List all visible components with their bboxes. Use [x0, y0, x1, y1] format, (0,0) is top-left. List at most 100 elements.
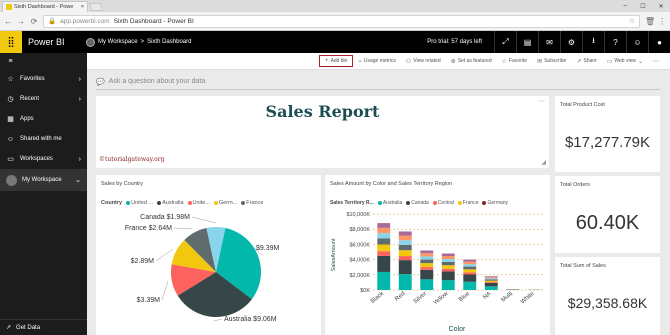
set-featured-button[interactable]: ⊛ Set as featured	[446, 55, 497, 67]
more-options-button[interactable]: ⋯	[648, 55, 664, 67]
nav-item-recent[interactable]: ◷ Recent ›	[0, 89, 87, 109]
bar-segment[interactable]	[484, 280, 498, 283]
bar-segment[interactable]	[398, 231, 412, 236]
bar-segment[interactable]	[463, 261, 477, 265]
bar-segment[interactable]	[441, 280, 455, 290]
add-tile-button[interactable]: + Add tile	[319, 55, 354, 67]
bar-segment[interactable]	[398, 235, 412, 241]
subscribe-button[interactable]: ✉ Subscribe	[532, 55, 571, 67]
url-field[interactable]: 🔒 app.powerbi.com Sixth Dashboard - Powe…	[43, 14, 640, 28]
feedback-smiley-icon[interactable]: ☺	[626, 31, 648, 53]
bar-segment[interactable]	[441, 256, 455, 259]
bar-segment[interactable]	[377, 255, 391, 272]
bar-segment[interactable]	[398, 274, 412, 290]
bar-segment[interactable]	[420, 267, 434, 270]
bar-segment[interactable]	[463, 272, 477, 275]
bar-segment[interactable]	[420, 259, 434, 264]
sales-report-tile[interactable]: Sales Report ©tutorialgateway.org ⋯ ◢	[96, 96, 549, 168]
bar-segment[interactable]	[398, 256, 412, 261]
bar-segment[interactable]	[377, 238, 391, 245]
bar-segment[interactable]	[377, 271, 391, 290]
bar-segment[interactable]	[398, 260, 412, 275]
close-window-button[interactable]: ✕	[652, 0, 670, 12]
maximize-button[interactable]: ☐	[634, 0, 652, 12]
bar-segment[interactable]	[484, 282, 498, 284]
bar-segment[interactable]	[441, 253, 455, 257]
bar-segment[interactable]	[484, 276, 498, 278]
refresh-icon[interactable]: ⟳	[30, 17, 38, 26]
bar-segment[interactable]	[420, 256, 434, 260]
y-tick-label: $6,000K	[350, 242, 371, 248]
bar-segment[interactable]	[441, 271, 455, 281]
usage-metrics-button[interactable]: ⌁ Usage metrics	[353, 55, 401, 67]
bar-segment[interactable]	[420, 253, 434, 257]
trash-icon[interactable]: 🗑	[645, 17, 655, 26]
bar-segment[interactable]	[441, 268, 455, 272]
browser-menu-icon[interactable]: ⋮	[658, 17, 666, 26]
total-product-cost-tile[interactable]: Total Product Cost $17,277.79K	[555, 96, 660, 172]
nav-item-workspaces[interactable]: ▭ Workspaces ›	[0, 149, 87, 169]
web-view-dropdown[interactable]: ▭ Web view ⌄	[602, 55, 648, 67]
bar-segment[interactable]	[398, 244, 412, 251]
sales-by-country-tile[interactable]: Sales by Country Country United ... Aust…	[96, 175, 321, 335]
tile-more-icon[interactable]: ⋯	[539, 98, 545, 105]
bar-segment[interactable]	[484, 277, 498, 279]
bar-segment[interactable]	[377, 227, 391, 234]
resize-handle-icon[interactable]: ◢	[541, 159, 546, 166]
bar-segment[interactable]	[420, 269, 434, 280]
bar-segment[interactable]	[398, 250, 412, 257]
share-button[interactable]: ↗ Share	[571, 55, 601, 67]
total-sales-tile[interactable]: Total Sum of Sales $29,358.68K	[555, 257, 660, 335]
comments-icon[interactable]: ▤	[516, 31, 538, 53]
bar-segment[interactable]	[441, 261, 455, 266]
bar-segment[interactable]	[484, 286, 498, 290]
hamburger-menu[interactable]: ≡	[0, 53, 87, 69]
breadcrumb-workspace[interactable]: My Workspace	[98, 39, 138, 45]
bar-segment[interactable]	[420, 263, 434, 268]
back-icon[interactable]: ←	[4, 17, 12, 26]
bar-segment[interactable]	[484, 283, 498, 287]
bookmark-star-icon[interactable]: ☆	[629, 17, 635, 25]
bar-segment[interactable]	[398, 240, 412, 245]
bar-segment[interactable]	[484, 279, 498, 281]
minimize-button[interactable]: –	[616, 0, 634, 12]
bar-segment[interactable]	[420, 250, 434, 254]
download-icon[interactable]: ⭳	[582, 31, 604, 53]
bar-segment[interactable]	[463, 259, 477, 262]
settings-gear-icon[interactable]: ⚙	[560, 31, 582, 53]
bar-segment[interactable]	[441, 258, 455, 262]
bar-segment[interactable]	[377, 244, 391, 252]
notifications-icon[interactable]: ✉	[538, 31, 560, 53]
get-data-button[interactable]: ↗ Get Data	[0, 319, 87, 335]
view-related-button[interactable]: ⚇ View related	[401, 55, 446, 67]
bar-segment[interactable]	[377, 251, 391, 256]
bar-segment[interactable]	[463, 281, 477, 290]
new-tab-button[interactable]	[88, 3, 104, 11]
bar-segment[interactable]	[463, 269, 477, 273]
bar-segment[interactable]	[463, 266, 477, 270]
forward-icon[interactable]: →	[17, 17, 25, 26]
nav-item-my-workspace[interactable]: My Workspace ⌄	[0, 169, 87, 191]
browser-tab[interactable]: Sixth Dashboard - Powe ×	[2, 1, 88, 12]
bar-segment[interactable]	[377, 233, 391, 239]
nav-item-favorites[interactable]: ☆ Favorites ›	[0, 69, 87, 89]
profile-avatar-icon[interactable]: ●	[648, 31, 670, 53]
bar-segment[interactable]	[463, 274, 477, 282]
nav-item-shared[interactable]: ☺ Shared with me	[0, 129, 87, 149]
bar-segment[interactable]	[484, 278, 498, 280]
bar-segment[interactable]	[377, 223, 391, 228]
bar-segment[interactable]	[463, 264, 477, 267]
more-dots-icon: ⋯	[653, 58, 659, 65]
brand-name[interactable]: Power BI	[28, 37, 86, 47]
fullscreen-icon[interactable]: ⤢	[494, 31, 516, 53]
help-icon[interactable]: ?	[604, 31, 626, 53]
close-tab-icon[interactable]: ×	[81, 4, 84, 10]
qna-bar[interactable]: 💬 Ask a question about your data	[96, 74, 660, 90]
favorite-button[interactable]: ☆ Favorite	[497, 55, 532, 67]
app-launcher-icon[interactable]: ⣿	[0, 31, 22, 53]
sales-by-color-tile[interactable]: Sales Amount by Color and Sales Territor…	[325, 175, 550, 335]
bar-segment[interactable]	[420, 279, 434, 290]
nav-item-apps[interactable]: ▦ Apps	[0, 109, 87, 129]
total-orders-tile[interactable]: Total Orders 60.40K	[555, 176, 660, 253]
bar-segment[interactable]	[441, 265, 455, 269]
